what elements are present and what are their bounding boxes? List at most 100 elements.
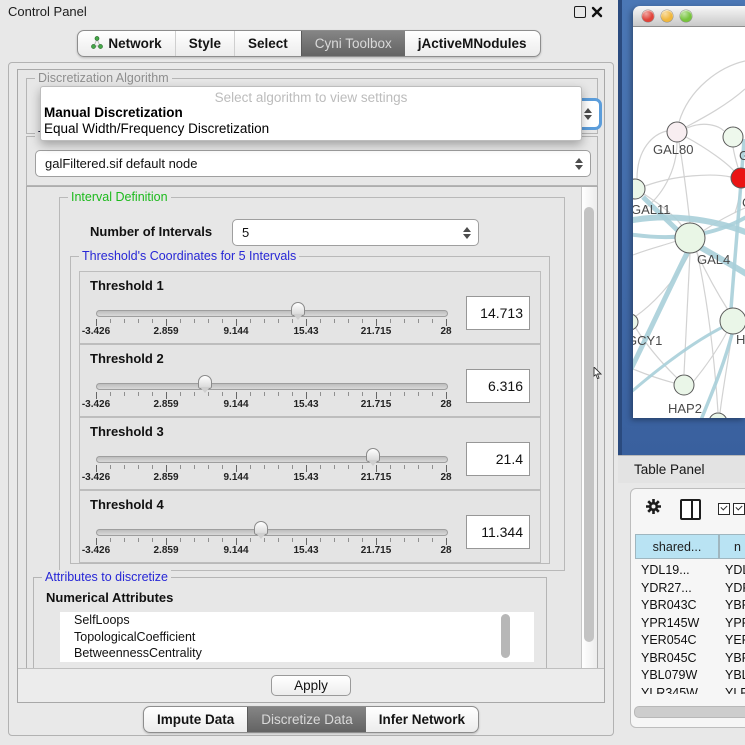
control-panel-title: Control Panel (8, 4, 87, 19)
table-cell[interactable]: YDR2 (719, 580, 745, 598)
tab-select[interactable]: Select (234, 31, 301, 56)
attribute-list-item[interactable]: TopologicalCoefficient (60, 629, 534, 646)
threshold-1-slider-thumb[interactable] (291, 302, 305, 316)
table-cell[interactable]: YBR043C (635, 597, 719, 615)
network-canvas[interactable]: GAL80G.CGAL11GAL4GCY1HHAP2 (633, 27, 745, 418)
interval-definition-group: Interval Definition Number of Intervals … (59, 197, 565, 571)
network-node[interactable] (723, 127, 743, 147)
slider-tick-label: 2.859 (153, 472, 178, 483)
network-node[interactable] (709, 413, 727, 418)
network-node[interactable] (633, 314, 638, 330)
network-edge[interactable] (684, 253, 690, 374)
slider-tick (110, 465, 111, 469)
tab-network[interactable]: Network (78, 31, 174, 56)
column-header-name[interactable]: n (719, 534, 745, 559)
show-columns-icon[interactable] (680, 499, 701, 520)
network-highlight-edge[interactable] (701, 334, 732, 418)
table-cell[interactable]: YBL0 (719, 667, 745, 685)
slider-tick (418, 465, 419, 469)
table-row[interactable]: YBL079WYBL0 (635, 667, 745, 685)
attributes-list-scrollbar[interactable] (501, 614, 510, 658)
tab-discretize-data[interactable]: Discretize Data (247, 707, 366, 732)
table-row[interactable]: YDL19...YDL1 (635, 562, 745, 580)
slider-tick (138, 465, 139, 469)
dropdown-option-manual-discretization[interactable]: Manual Discretization (44, 105, 183, 120)
table-cell[interactable]: YER0 (719, 632, 745, 650)
close-traffic-light-icon[interactable] (642, 10, 654, 22)
slider-tick (166, 392, 167, 399)
gear-icon[interactable] (644, 497, 663, 521)
table-cell[interactable]: YDL1 (719, 562, 745, 580)
dropdown-option-equal-width-frequency[interactable]: Equal Width/Frequency Discretization (44, 121, 269, 136)
slider-tick-label: 21.715 (361, 399, 392, 410)
tab-infer-network[interactable]: Infer Network (366, 707, 478, 732)
minimize-traffic-light-icon[interactable] (661, 10, 673, 22)
threshold-2-label: Threshold 2 (90, 351, 164, 366)
table-row[interactable]: YPR145WYPR1 (635, 615, 745, 633)
threshold-3-value-field[interactable]: 21.4 (466, 442, 530, 476)
network-node-label: GAL80 (653, 142, 693, 157)
threshold-2-slider-thumb[interactable] (198, 375, 212, 389)
network-node[interactable] (731, 168, 745, 188)
slider-tick (446, 465, 447, 472)
table-cell[interactable]: YBL079W (635, 667, 719, 685)
threshold-3-slider-thumb[interactable] (366, 448, 380, 462)
apply-button[interactable]: Apply (271, 675, 351, 696)
numerical-attributes-list[interactable]: SelfLoopsTopologicalCoefficientBetweenne… (60, 612, 534, 662)
scrollbar-thumb[interactable] (584, 207, 594, 642)
threshold-1-value-field[interactable]: 14.713 (466, 296, 530, 330)
tab-impute-data[interactable]: Impute Data (144, 707, 247, 732)
threshold-2-value-field[interactable]: 6.316 (466, 369, 530, 403)
table-row[interactable]: YLR345WYLR3 (635, 685, 745, 695)
table-cell[interactable]: YBR045C (635, 650, 719, 668)
tab-cyni-toolbox[interactable]: Cyni Toolbox (301, 31, 405, 56)
select-all-columns-icon[interactable] (718, 503, 745, 515)
table-cell[interactable]: YDL19... (635, 562, 719, 580)
table-cell[interactable]: YLR3 (719, 685, 745, 695)
settings-scrollbar[interactable] (581, 187, 597, 669)
network-edge[interactable] (633, 241, 676, 255)
zoom-traffic-light-icon[interactable] (680, 10, 692, 22)
network-node[interactable] (674, 375, 694, 395)
slider-tick (180, 538, 181, 542)
slider-tick-label: 15.43 (293, 326, 318, 337)
table-cell[interactable]: YPR145W (635, 615, 719, 633)
table-cell[interactable]: YBR0 (719, 650, 745, 668)
slider-tick-label: 28 (440, 399, 451, 410)
threshold-4-slider-thumb[interactable] (254, 521, 268, 535)
slider-tick (194, 392, 195, 396)
table-row[interactable]: YER054CYER0 (635, 632, 745, 650)
network-node[interactable] (720, 308, 745, 334)
network-edge[interactable] (633, 369, 674, 383)
network-edge[interactable] (645, 175, 731, 186)
table-row[interactable]: YBR043CYBR0 (635, 597, 745, 615)
float-window-icon[interactable] (574, 6, 586, 18)
network-node[interactable] (667, 122, 687, 142)
table-cell[interactable]: YPR1 (719, 615, 745, 633)
tab-jactivemnodules[interactable]: jActiveMNodules (405, 31, 540, 56)
tab-style[interactable]: Style (175, 31, 234, 56)
table-cell[interactable]: YBR0 (719, 597, 745, 615)
threshold-4-value-field[interactable]: 11.344 (466, 515, 530, 549)
table-cell[interactable]: YDR27... (635, 580, 719, 598)
close-icon[interactable] (591, 5, 603, 17)
column-header-shared-name[interactable]: shared... (635, 534, 719, 559)
network-edge[interactable] (686, 89, 745, 127)
table-cell[interactable]: YER054C (635, 632, 719, 650)
table-row[interactable]: YBR045CYBR0 (635, 650, 745, 668)
network-node[interactable] (633, 179, 645, 199)
number-of-intervals-combo[interactable]: 5 (232, 219, 479, 246)
table-data-combo[interactable]: galFiltered.sif default node (35, 150, 591, 177)
table-cell[interactable]: YLR345W (635, 685, 719, 695)
table-row[interactable]: YDR27...YDR2 (635, 580, 745, 598)
network-node[interactable] (675, 223, 705, 253)
slider-tick-label: 9.144 (223, 399, 248, 410)
slider-tick (152, 319, 153, 323)
network-edge[interactable] (687, 124, 724, 131)
slider-tick (320, 465, 321, 469)
slider-tick (222, 392, 223, 396)
attribute-list-item[interactable]: SelfLoops (60, 612, 534, 629)
slider-tick (446, 319, 447, 326)
attribute-list-item[interactable]: BetweennessCentrality (60, 645, 534, 662)
table-horizontal-scrollbar[interactable] (634, 706, 745, 718)
